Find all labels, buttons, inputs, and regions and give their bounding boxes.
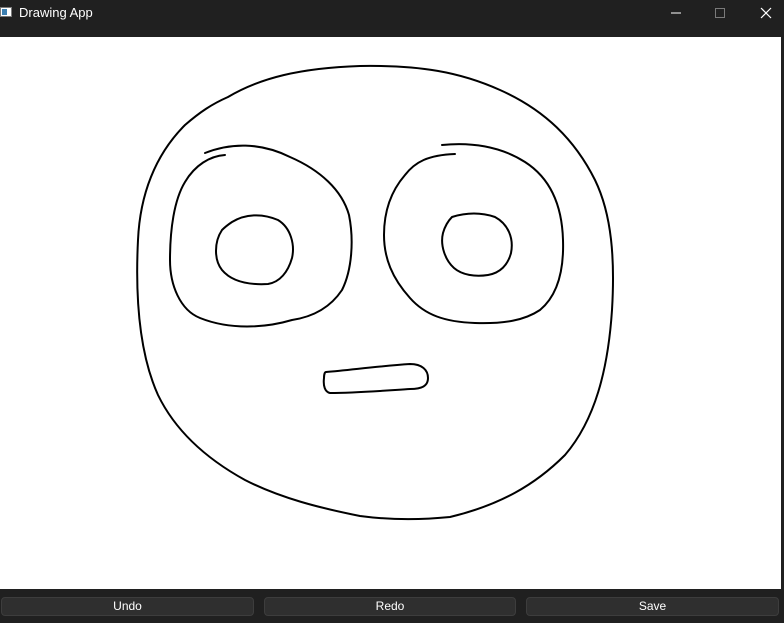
minimize-button[interactable] (654, 0, 698, 26)
drawing-canvas[interactable] (0, 37, 781, 589)
close-icon (760, 7, 772, 19)
save-button[interactable]: Save (526, 597, 779, 616)
redo-button[interactable]: Redo (264, 597, 516, 616)
undo-button[interactable]: Undo (1, 597, 254, 616)
right-eye-outer-stroke (383, 143, 565, 325)
maximize-icon (715, 8, 725, 18)
window-title: Drawing App (19, 5, 93, 20)
app-window: Drawing App Undo Redo Save (0, 0, 784, 623)
close-button[interactable] (744, 0, 784, 26)
drawing-strokes (136, 64, 614, 521)
title-bar[interactable]: Drawing App (0, 0, 784, 26)
bottom-toolbar: Undo Redo Save (0, 589, 784, 623)
mouth-stroke (322, 363, 429, 394)
left-pupil-stroke (215, 214, 294, 286)
app-window-icon (0, 7, 12, 17)
left-eye-outer-stroke (169, 144, 353, 328)
maximize-button[interactable] (698, 0, 742, 26)
face-outline-stroke (136, 64, 614, 521)
right-pupil-stroke (441, 212, 513, 277)
minimize-icon (671, 12, 681, 14)
